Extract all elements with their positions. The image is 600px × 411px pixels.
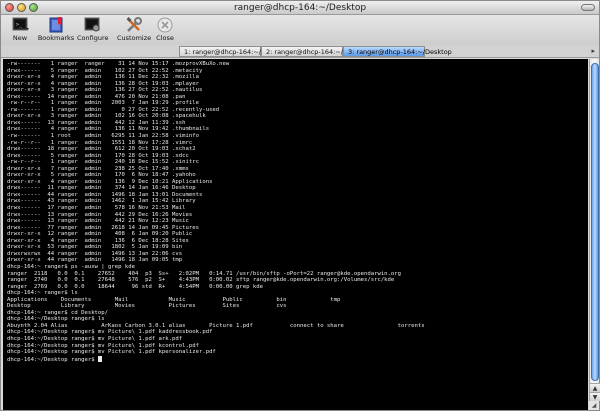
tab-session-3[interactable]: 3: ranger@dhcp-164:~/Desktop [343,46,452,57]
terminal-output: -rw------- 1 ranger ranger 31 14 Nov 15:… [7,61,587,362]
tab-session-1[interactable]: 1: ranger@dhcp-164:~/Desktop [179,46,288,57]
toolbar-toggle-button[interactable] [581,4,595,11]
configure-button[interactable]: Configure [77,16,109,45]
bookmarks-icon [46,16,66,34]
terminal-line: dhcp-164:~/Desktop ranger$ [7,355,587,362]
resize-grip-icon[interactable]: ◢ [589,401,599,410]
close-icon [155,16,175,34]
configure-label: Configure [77,34,109,42]
tab-scroll-arrow-icon[interactable]: ▸ [591,47,595,55]
customize-label: Customize [117,34,152,42]
svg-text:>_: >_ [16,22,23,28]
new-terminal-icon: >_ [10,16,30,34]
tab-session-2[interactable]: 2: ranger@dhcp-164:~/Desktop [261,46,370,57]
vertical-scrollbar[interactable]: ▲ ▼ ◢ [589,59,600,410]
new-label: New [12,34,28,42]
configure-terminal-icon [82,16,102,34]
close-button[interactable]: Close [153,16,177,45]
new-button[interactable]: >_ New [7,16,33,45]
terminal-view[interactable]: -rw------- 1 ranger ranger 31 14 Nov 15:… [3,59,588,410]
konsole-window: ranger@dhcp-164:~/Desktop >_ New Bookmar… [0,0,600,411]
text-cursor [97,355,102,362]
close-label: Close [156,34,174,42]
scroll-down-arrow-icon[interactable]: ▼ [590,392,600,401]
scrollbar-thumb[interactable] [591,63,599,381]
scroll-up-arrow-icon[interactable]: ▲ [590,383,600,392]
tab-bar: 1: ranger@dhcp-164:~/Desktop 2: ranger@d… [1,45,599,58]
bookmarks-label: Bookmarks [37,34,75,42]
toolbar: >_ New Bookmarks Configure Customize Clo… [1,15,599,45]
window-title: ranger@dhcp-164:~/Desktop [233,3,367,13]
customize-button[interactable]: Customize [117,16,151,45]
bookmarks-button[interactable]: Bookmarks [37,16,75,45]
title-bar[interactable]: ranger@dhcp-164:~/Desktop [1,1,599,15]
tools-icon [124,16,144,34]
